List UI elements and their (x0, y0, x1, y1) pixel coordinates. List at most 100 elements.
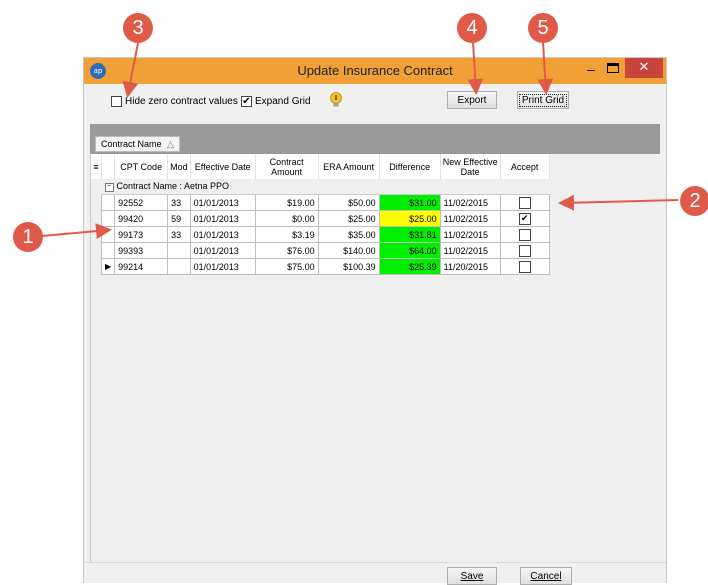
indicator-header (101, 154, 116, 179)
difference-cell[interactable]: $25.39 (378, 258, 441, 275)
group-row[interactable]: − Contract Name : Aetna PPO (91, 179, 550, 195)
new-effective-date-cell[interactable]: 11/20/2015 (439, 258, 501, 275)
era-amount-cell[interactable]: $50.00 (317, 194, 380, 211)
effective-date-cell[interactable]: 01/01/2013 (189, 194, 256, 211)
col-era-amount[interactable]: ERA Amount (318, 154, 380, 179)
row-indicator[interactable] (100, 194, 116, 211)
col-cpt-code[interactable]: CPT Code (114, 154, 169, 179)
sort-ascending-icon: △ (167, 139, 174, 149)
expand-grid-checkbox[interactable]: ✔ Expand Grid (241, 96, 311, 107)
table-row[interactable]: 92552 33 01/01/2013 $19.00 $50.00 $31.00 11/02… (91, 194, 550, 211)
era-amount-cell[interactable]: $25.00 (317, 210, 380, 227)
mod-cell[interactable]: 33 (167, 194, 191, 211)
contract-amount-cell[interactable]: $0.00 (254, 210, 319, 227)
accept-checkbox[interactable]: ✔ (518, 212, 531, 225)
table-row[interactable]: ▶ 99214 01/01/2013 $75.00 $100.39 $25.39 11/20… (91, 258, 550, 275)
row-indicator[interactable] (100, 210, 116, 227)
table-row[interactable]: 99393 01/01/2013 $76.00 $140.00 $64.00 11/02/… (91, 242, 550, 259)
contract-table: ≡ CPT Code Mod Effective Date Contract A… (91, 154, 550, 275)
difference-cell[interactable]: $31.81 (378, 226, 441, 243)
group-cell[interactable]: − Contract Name : Aetna PPO (101, 179, 550, 195)
group-label: Contract Name : Aetna PPO (116, 181, 230, 192)
cpt-code-cell[interactable]: 99173 (114, 226, 169, 243)
table-row[interactable]: 99173 33 01/01/2013 $3.19 $35.00 $31.81 11/02/… (91, 226, 550, 243)
difference-cell[interactable]: $25.00 (378, 210, 441, 227)
accept-cell[interactable] (499, 194, 550, 211)
print-grid-button[interactable]: Print Grid (517, 91, 569, 109)
maximize-button[interactable] (607, 63, 619, 73)
close-button[interactable]: ✕ (625, 58, 663, 78)
row-indicator[interactable] (100, 242, 116, 259)
update-insurance-contract-window: ap Update Insurance Contract – ✕ Hide ze… (84, 58, 666, 585)
cpt-code-cell[interactable]: 92552 (114, 194, 169, 211)
collapse-group-icon[interactable]: − (104, 182, 114, 192)
export-button[interactable]: Export (447, 91, 497, 109)
row-indicator[interactable] (100, 226, 116, 243)
effective-date-cell[interactable]: 01/01/2013 (189, 210, 256, 227)
col-mod[interactable]: Mod (167, 154, 191, 179)
effective-date-cell[interactable]: 01/01/2013 (189, 226, 256, 243)
row-indicator[interactable]: ▶ (100, 258, 116, 275)
mod-cell[interactable] (167, 258, 191, 275)
cancel-button[interactable]: Cancel (520, 567, 572, 585)
accept-cell[interactable] (499, 258, 550, 275)
accept-cell[interactable] (499, 226, 550, 243)
col-new-effective-date[interactable]: New Effective Date (440, 154, 501, 179)
new-effective-date-cell[interactable]: 11/02/2015 (439, 194, 501, 211)
accept-checkbox[interactable] (518, 228, 531, 241)
difference-cell[interactable]: $64.00 (378, 242, 441, 259)
column-chooser-icon[interactable]: ≡ (91, 154, 102, 179)
contract-amount-cell[interactable]: $75.00 (254, 258, 319, 275)
col-contract-amount[interactable]: Contract Amount (255, 154, 319, 179)
expand-grid-label: Expand Grid (255, 96, 311, 107)
accept-cell[interactable] (499, 242, 550, 259)
accept-cell[interactable]: ✔ (499, 210, 550, 227)
callout-5: 5 (528, 13, 558, 43)
row-spacer (91, 258, 102, 275)
callout-2: 2 (680, 186, 708, 216)
contract-amount-cell[interactable]: $3.19 (254, 226, 319, 243)
bottom-button-bar: Save Cancel (84, 562, 666, 585)
cpt-code-cell[interactable]: 99214 (114, 258, 169, 275)
contract-amount-cell[interactable]: $19.00 (254, 194, 319, 211)
row-spacer (91, 226, 102, 243)
col-effective-date[interactable]: Effective Date (190, 154, 256, 179)
era-amount-cell[interactable]: $35.00 (317, 226, 380, 243)
accept-checkbox[interactable] (518, 244, 531, 257)
title-bar[interactable]: ap Update Insurance Contract – ✕ (84, 58, 666, 84)
cancel-label: Cancel (530, 571, 562, 582)
col-accept[interactable]: Accept (500, 154, 550, 179)
window-title: Update Insurance Contract (297, 63, 453, 78)
difference-cell[interactable]: $31.00 (378, 194, 441, 211)
group-by-contract-name[interactable]: Contract Name △ (95, 136, 180, 152)
contract-grid: ≡ CPT Code Mod Effective Date Contract A… (90, 154, 661, 562)
col-difference[interactable]: Difference (379, 154, 441, 179)
row-spacer (91, 210, 102, 227)
hide-zero-checkbox-box[interactable] (111, 96, 122, 107)
minimize-button[interactable]: – (581, 61, 601, 79)
effective-date-cell[interactable]: 01/01/2013 (189, 242, 256, 259)
new-effective-date-cell[interactable]: 11/02/2015 (439, 226, 501, 243)
accept-checkbox[interactable] (518, 196, 531, 209)
mod-cell[interactable]: 33 (167, 226, 191, 243)
callout-1: 1 (13, 222, 43, 252)
mod-cell[interactable]: 59 (167, 210, 191, 227)
era-amount-cell[interactable]: $100.39 (317, 258, 380, 275)
table-row[interactable]: 99420 59 01/01/2013 $0.00 $25.00 $25.00 11/02/… (91, 210, 550, 227)
hide-zero-label: Hide zero contract values (125, 96, 238, 107)
save-label: Save (460, 571, 484, 582)
cpt-code-cell[interactable]: 99393 (114, 242, 169, 259)
cpt-code-cell[interactable]: 99420 (114, 210, 169, 227)
save-button[interactable]: Save (447, 567, 497, 585)
mod-cell[interactable] (167, 242, 191, 259)
hide-zero-checkbox[interactable]: Hide zero contract values (111, 96, 238, 107)
era-amount-cell[interactable]: $140.00 (317, 242, 380, 259)
new-effective-date-cell[interactable]: 11/02/2015 (439, 210, 501, 227)
group-by-panel[interactable]: Contract Name △ (90, 124, 660, 154)
accept-checkbox[interactable] (518, 260, 531, 273)
effective-date-cell[interactable]: 01/01/2013 (189, 258, 256, 275)
contract-amount-cell[interactable]: $76.00 (254, 242, 319, 259)
expand-grid-checkbox-box[interactable]: ✔ (241, 96, 252, 107)
new-effective-date-cell[interactable]: 11/02/2015 (439, 242, 501, 259)
row-spacer (91, 242, 102, 259)
